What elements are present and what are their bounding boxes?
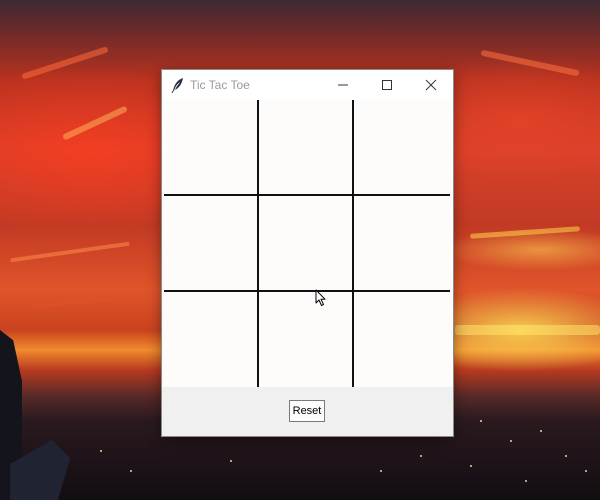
wallpaper-streak bbox=[62, 105, 128, 141]
board-cell-0-0[interactable] bbox=[162, 100, 257, 195]
board-cell-1-2[interactable] bbox=[354, 196, 449, 291]
board-cell-0-1[interactable] bbox=[259, 100, 354, 195]
game-board bbox=[162, 100, 453, 387]
wallpaper-streak bbox=[455, 325, 600, 335]
close-icon bbox=[425, 79, 437, 91]
wallpaper-streak bbox=[480, 49, 580, 77]
window-titlebar[interactable]: Tic Tac Toe bbox=[162, 70, 453, 100]
desktop-wallpaper: Tic Tac Toe Reset bbox=[0, 0, 600, 500]
reset-button[interactable]: Reset bbox=[289, 400, 325, 422]
grid-line-horizontal bbox=[164, 290, 450, 292]
button-bar: Reset bbox=[162, 387, 453, 436]
board-cell-1-0[interactable] bbox=[162, 196, 257, 291]
mouse-cursor-icon bbox=[315, 289, 326, 306]
board-cell-1-1[interactable] bbox=[259, 196, 354, 291]
tic-tac-toe-window: Tic Tac Toe Reset bbox=[162, 70, 453, 436]
grid-line-vertical bbox=[257, 100, 259, 387]
minimize-button[interactable] bbox=[321, 70, 365, 100]
board-cell-2-0[interactable] bbox=[162, 292, 257, 387]
close-button[interactable] bbox=[409, 70, 453, 100]
maximize-icon bbox=[382, 80, 392, 90]
minimize-icon bbox=[338, 84, 348, 86]
wallpaper-streak bbox=[30, 295, 130, 309]
wallpaper-streak bbox=[21, 46, 109, 80]
maximize-button[interactable] bbox=[365, 70, 409, 100]
grid-line-vertical bbox=[352, 100, 354, 387]
board-cell-2-1[interactable] bbox=[259, 292, 354, 387]
wallpaper-streak bbox=[469, 226, 581, 239]
board-cell-2-2[interactable] bbox=[354, 292, 449, 387]
board-cell-0-2[interactable] bbox=[354, 100, 449, 195]
window-title: Tic Tac Toe bbox=[190, 78, 250, 92]
wallpaper-streak bbox=[10, 241, 130, 263]
feather-icon bbox=[171, 77, 185, 94]
grid-line-horizontal bbox=[164, 194, 450, 196]
